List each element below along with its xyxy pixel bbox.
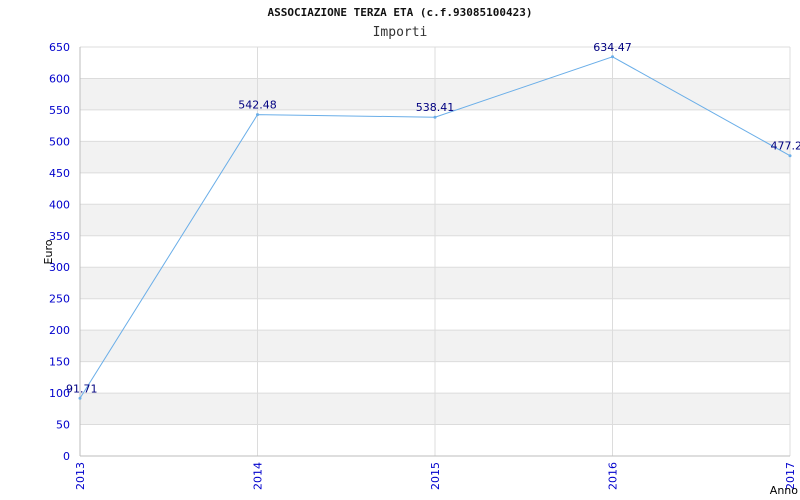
y-tick-label: 450 (49, 167, 70, 180)
data-label: 538.41 (416, 101, 455, 114)
data-point (611, 55, 614, 59)
x-tick-label: 2016 (607, 462, 620, 490)
data-point (256, 113, 259, 117)
data-point (433, 115, 437, 119)
y-tick-label: 0 (63, 450, 70, 463)
y-tick-label: 250 (49, 293, 70, 306)
y-tick-label: 650 (49, 41, 70, 54)
y-tick-label: 550 (49, 104, 70, 117)
chart: ASSOCIAZIONE TERZA ETA (c.f.93085100423)… (0, 0, 800, 500)
y-tick-label: 50 (56, 419, 70, 432)
y-tick-label: 400 (49, 198, 70, 211)
data-label: 91.71 (66, 382, 98, 395)
data-label: 634.47 (593, 41, 632, 54)
y-tick-label: 150 (49, 356, 70, 369)
y-tick-label: 600 (49, 72, 70, 85)
x-tick-label: 2013 (74, 462, 87, 490)
y-axis-label: Euro (42, 239, 55, 264)
data-point (78, 396, 82, 400)
plot-area: 050100150200250300350400450500550600650 … (42, 41, 800, 497)
x-tick-label: 2015 (429, 462, 442, 490)
x-tick-label: 2014 (252, 462, 265, 490)
data-label: 542.48 (238, 99, 277, 112)
y-tick-label: 200 (49, 324, 70, 337)
data-point (788, 154, 792, 158)
data-label: 477.2 (771, 140, 800, 153)
x-axis-label: Anno (770, 484, 798, 497)
y-tick-label: 500 (49, 135, 70, 148)
